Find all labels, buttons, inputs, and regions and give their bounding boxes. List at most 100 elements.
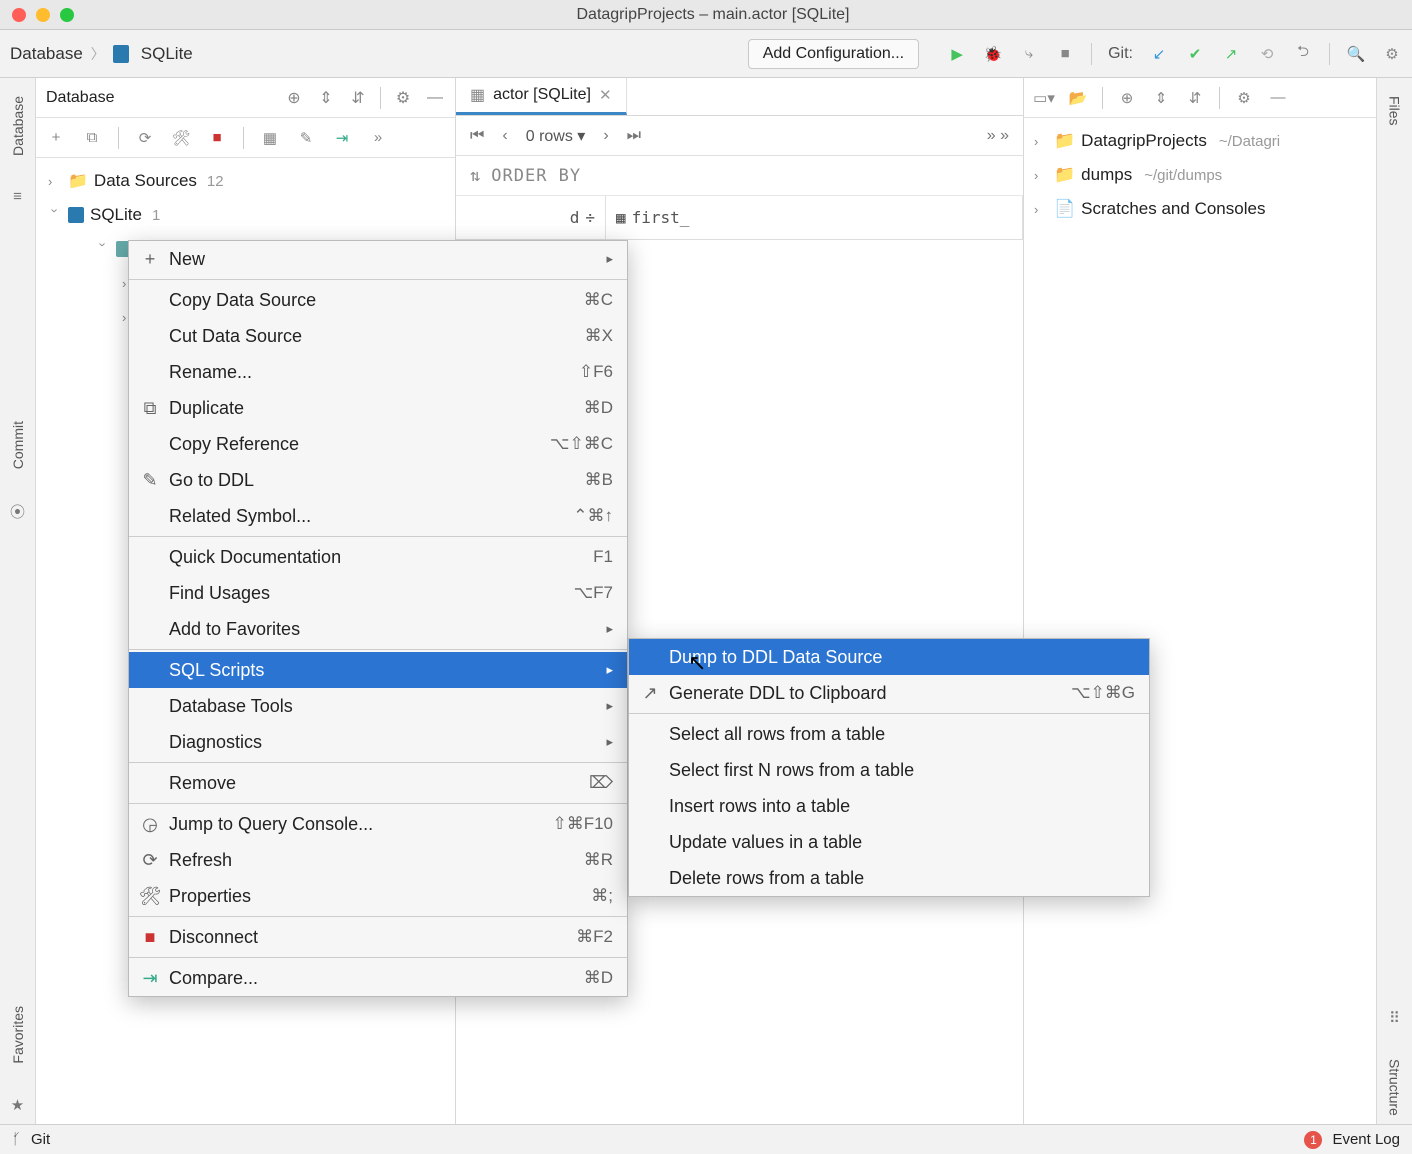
more-icon[interactable]: » bbox=[368, 128, 388, 148]
sub-select-all[interactable]: Select all rows from a table bbox=[629, 716, 1149, 752]
status-git[interactable]: Git bbox=[31, 1131, 50, 1148]
status-event-log[interactable]: Event Log bbox=[1332, 1131, 1400, 1148]
open-icon[interactable]: 📂 bbox=[1068, 88, 1088, 108]
gutter-database[interactable]: Database bbox=[10, 88, 26, 164]
gutter-files[interactable]: Files bbox=[1387, 88, 1403, 134]
prev-page-icon[interactable]: ‹ bbox=[502, 127, 507, 145]
collapse-all-icon[interactable]: ⇵ bbox=[348, 88, 368, 108]
git-push-icon[interactable]: ↗ bbox=[1221, 44, 1241, 64]
git-history-icon[interactable]: ⟲ bbox=[1257, 44, 1277, 64]
event-count-badge[interactable]: 1 bbox=[1304, 1131, 1322, 1149]
ctx-sql-scripts[interactable]: SQL Scripts▸ bbox=[129, 652, 627, 688]
ctx-diagnostics[interactable]: Diagnostics▸ bbox=[129, 724, 627, 760]
panel-hide-icon[interactable]: — bbox=[425, 88, 445, 108]
ctx-shortcut: ⌘B bbox=[585, 470, 613, 490]
ctx-goto-ddl[interactable]: ✎Go to DDL⌘B bbox=[129, 462, 627, 498]
tree-data-sources[interactable]: › 📁 Data Sources 12 bbox=[36, 164, 455, 198]
panel-hide-icon[interactable]: — bbox=[1268, 88, 1288, 108]
ctx-cut-ds[interactable]: Cut Data Source⌘X bbox=[129, 318, 627, 354]
target-icon[interactable]: ⊕ bbox=[1117, 88, 1137, 108]
ctx-properties[interactable]: 🛠Properties⌘; bbox=[129, 878, 627, 914]
sub-gen-ddl[interactable]: ↗Generate DDL to Clipboard⌥⇧⌘G bbox=[629, 675, 1149, 711]
tab-actor[interactable]: ▦ actor [SQLite] ✕ bbox=[456, 78, 627, 115]
more-icon[interactable]: » » bbox=[987, 127, 1009, 145]
rows-count[interactable]: 0 rows ▾ bbox=[526, 126, 586, 146]
close-window-button[interactable] bbox=[12, 8, 26, 22]
git-commit-icon[interactable]: ✔ bbox=[1185, 44, 1205, 64]
sub-dump-ddl[interactable]: Dump to DDL Data Source bbox=[629, 639, 1149, 675]
add-icon[interactable]: + bbox=[46, 128, 66, 148]
ctx-find-usages[interactable]: Find Usages⌥F7 bbox=[129, 575, 627, 611]
chevron-down-icon[interactable]: › bbox=[48, 208, 63, 222]
sub-insert[interactable]: Insert rows into a table bbox=[629, 788, 1149, 824]
refresh-icon[interactable]: ⟳ bbox=[135, 128, 155, 148]
settings-icon[interactable]: ⚙ bbox=[1382, 44, 1402, 64]
gutter-structure[interactable]: Structure bbox=[1387, 1051, 1403, 1124]
sub-update[interactable]: Update values in a table bbox=[629, 824, 1149, 860]
chevron-right-icon[interactable]: › bbox=[1034, 168, 1048, 183]
chevron-right-icon[interactable]: › bbox=[1034, 134, 1048, 149]
gutter-favorites[interactable]: Favorites bbox=[10, 998, 26, 1072]
ctx-compare[interactable]: ⇥Compare...⌘D bbox=[129, 960, 627, 996]
ctx-rename[interactable]: Rename...⇧F6 bbox=[129, 354, 627, 390]
column-first[interactable]: ▦ first_ bbox=[606, 196, 1023, 239]
sync-icon[interactable]: 🛠 bbox=[171, 128, 191, 148]
tree-sqlite[interactable]: › SQLite 1 bbox=[36, 198, 455, 232]
panel-settings-icon[interactable]: ⚙ bbox=[1234, 88, 1254, 108]
stop-sync-icon[interactable]: ■ bbox=[207, 128, 227, 148]
breadcrumb-ds[interactable]: SQLite bbox=[141, 44, 193, 64]
ctx-copy-ref[interactable]: Copy Reference⌥⇧⌘C bbox=[129, 426, 627, 462]
ctx-refresh[interactable]: ⟳Refresh⌘R bbox=[129, 842, 627, 878]
add-configuration-button[interactable]: Add Configuration... bbox=[748, 39, 919, 69]
edit-icon[interactable]: ✎ bbox=[296, 128, 316, 148]
ctx-jump-qc[interactable]: ◶Jump to Query Console...⇧⌘F10 bbox=[129, 806, 627, 842]
expand-icon[interactable]: ⇕ bbox=[1151, 88, 1171, 108]
files-item-projects[interactable]: › 📁 DatagripProjects ~/Datagri bbox=[1024, 124, 1376, 158]
grid-header: d ÷ ▦ first_ bbox=[456, 196, 1023, 240]
ctx-quick-doc[interactable]: Quick DocumentationF1 bbox=[129, 539, 627, 575]
ctx-remove[interactable]: Remove⌦ bbox=[129, 765, 627, 801]
gutter-commit[interactable]: Commit bbox=[10, 413, 26, 477]
view-mode-icon[interactable]: ▭▾ bbox=[1034, 88, 1054, 108]
ctx-add-favorites[interactable]: Add to Favorites▸ bbox=[129, 611, 627, 647]
target-icon[interactable]: ⊕ bbox=[284, 88, 304, 108]
zoom-window-button[interactable] bbox=[60, 8, 74, 22]
git-pull-icon[interactable]: ↙ bbox=[1149, 44, 1169, 64]
ctx-copy-ds[interactable]: Copy Data Source⌘C bbox=[129, 282, 627, 318]
next-page-icon[interactable]: › bbox=[603, 127, 608, 145]
jump-to-console-icon[interactable]: ⇥ bbox=[332, 128, 352, 148]
git-rollback-icon[interactable]: ⮌ bbox=[1293, 44, 1313, 64]
ctx-db-tools[interactable]: Database Tools▸ bbox=[129, 688, 627, 724]
close-tab-icon[interactable]: ✕ bbox=[599, 86, 612, 104]
first-page-icon[interactable]: ⏮ bbox=[470, 127, 484, 145]
ctx-duplicate[interactable]: ⧉Duplicate⌘D bbox=[129, 390, 627, 426]
column-id[interactable]: d ÷ bbox=[456, 196, 606, 239]
chevron-down-icon[interactable]: › bbox=[96, 242, 111, 256]
stop-icon[interactable]: ■ bbox=[1055, 44, 1075, 64]
ctx-label: Copy Data Source bbox=[169, 290, 316, 311]
order-by-bar[interactable]: ⇅ ORDER BY bbox=[456, 156, 1023, 196]
search-icon[interactable]: 🔍 bbox=[1346, 44, 1366, 64]
ctx-related[interactable]: Related Symbol...⌃⌘↑ bbox=[129, 498, 627, 534]
table-icon: ▦ bbox=[470, 85, 485, 105]
sub-delete[interactable]: Delete rows from a table bbox=[629, 860, 1149, 896]
ctx-disconnect[interactable]: ■Disconnect⌘F2 bbox=[129, 919, 627, 955]
run-with-coverage-icon[interactable]: ⤷ bbox=[1019, 44, 1039, 64]
files-item-scratches[interactable]: › 📄 Scratches and Consoles bbox=[1024, 192, 1376, 226]
run-icon[interactable]: ▶ bbox=[947, 44, 967, 64]
last-page-icon[interactable]: ⏭ bbox=[627, 127, 641, 145]
expand-all-icon[interactable]: ⇕ bbox=[316, 88, 336, 108]
files-item-dumps[interactable]: › 📁 dumps ~/git/dumps bbox=[1024, 158, 1376, 192]
debug-icon[interactable]: 🐞 bbox=[983, 44, 1003, 64]
duplicate-icon[interactable]: ⧉ bbox=[82, 128, 102, 148]
collapse-icon[interactable]: ⇵ bbox=[1185, 88, 1205, 108]
chevron-right-icon[interactable]: › bbox=[48, 174, 62, 189]
ctx-new[interactable]: + New ▸ bbox=[129, 241, 627, 277]
git-branch-icon[interactable]: ᚶ bbox=[12, 1131, 21, 1148]
sub-select-n[interactable]: Select first N rows from a table bbox=[629, 752, 1149, 788]
minimize-window-button[interactable] bbox=[36, 8, 50, 22]
table-view-icon[interactable]: ▦ bbox=[260, 128, 280, 148]
breadcrumb-root[interactable]: Database bbox=[10, 44, 83, 64]
chevron-right-icon[interactable]: › bbox=[1034, 202, 1048, 217]
panel-settings-icon[interactable]: ⚙ bbox=[393, 88, 413, 108]
